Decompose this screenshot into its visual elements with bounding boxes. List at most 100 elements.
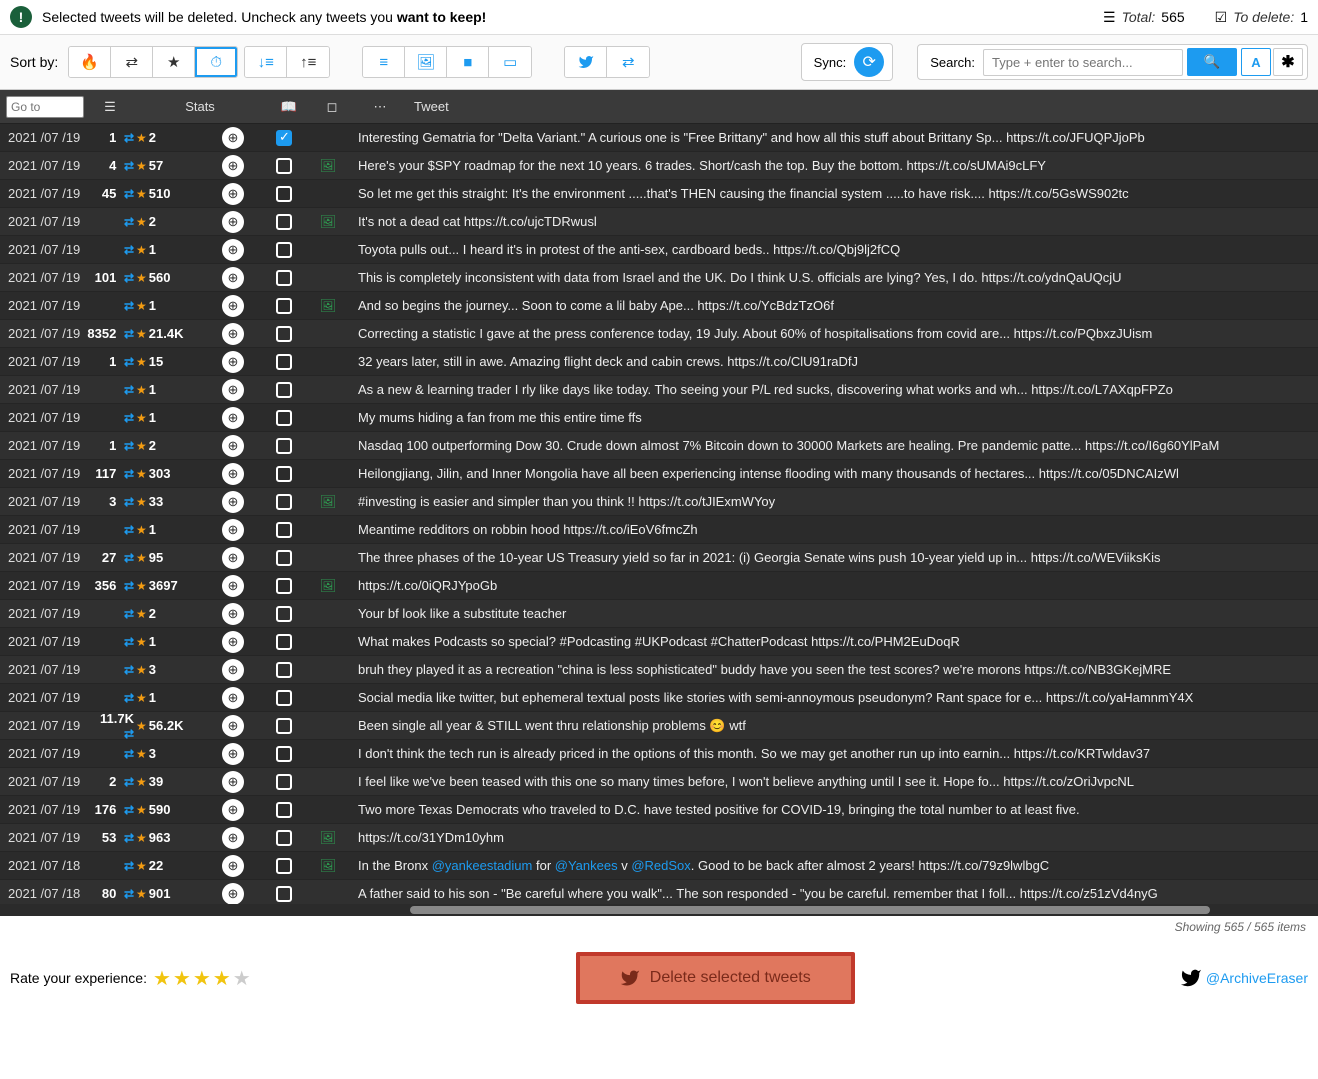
row-checkbox[interactable] — [276, 270, 292, 286]
inspect-button[interactable]: ⊕ — [222, 575, 244, 597]
inspect-button[interactable]: ⊕ — [222, 631, 244, 653]
sort-time-button[interactable]: ⏱ — [195, 47, 237, 77]
table-row[interactable]: 2021 /07 /19 ⇄★2⊕🖼It's not a dead cat ht… — [0, 208, 1318, 236]
goto-input[interactable] — [6, 96, 84, 118]
table-row[interactable]: 2021 /07 /19 ⇄★1⊕Toyota pulls out... I h… — [0, 236, 1318, 264]
row-checkbox[interactable] — [276, 606, 292, 622]
table-row[interactable]: 2021 /07 /19101 ⇄★560⊕This is completely… — [0, 264, 1318, 292]
filter-card-button[interactable]: ▭ — [489, 47, 531, 77]
row-checkbox[interactable] — [276, 662, 292, 678]
table-row[interactable]: 2021 /07 /193 ⇄★33⊕🖼#investing is easier… — [0, 488, 1318, 516]
row-checkbox[interactable] — [276, 130, 292, 146]
inspect-button[interactable]: ⊕ — [222, 827, 244, 849]
table-row[interactable]: 2021 /07 /194 ⇄★57⊕🖼Here's your $SPY roa… — [0, 152, 1318, 180]
inspect-button[interactable]: ⊕ — [222, 127, 244, 149]
row-checkbox[interactable] — [276, 522, 292, 538]
search-button[interactable]: 🔍 — [1187, 48, 1237, 76]
table-row[interactable]: 2021 /07 /19 ⇄★1⊕Meantime redditors on r… — [0, 516, 1318, 544]
star-icon[interactable]: ★ — [233, 966, 251, 991]
horizontal-scrollbar[interactable] — [0, 904, 1318, 916]
inspect-button[interactable]: ⊕ — [222, 323, 244, 345]
inspect-button[interactable]: ⊕ — [222, 239, 244, 261]
filter-image-button[interactable]: 🖼 — [405, 47, 447, 77]
table-row[interactable]: 2021 /07 /19 ⇄★1⊕As a new & learning tra… — [0, 376, 1318, 404]
row-checkbox[interactable] — [276, 886, 292, 902]
table-row[interactable]: 2021 /07 /198352 ⇄★21.4K⊕Correcting a st… — [0, 320, 1318, 348]
inspect-button[interactable]: ⊕ — [222, 799, 244, 821]
inspect-button[interactable]: ⊕ — [222, 407, 244, 429]
inspect-button[interactable]: ⊕ — [222, 435, 244, 457]
rating-stars[interactable]: ★ ★ ★ ★ ★ — [153, 966, 251, 991]
sort-desc-button[interactable]: ↑≡ — [287, 47, 329, 77]
row-checkbox[interactable] — [276, 858, 292, 874]
table-row[interactable]: 2021 /07 /19 ⇄★1⊕My mums hiding a fan fr… — [0, 404, 1318, 432]
row-checkbox[interactable] — [276, 438, 292, 454]
inspect-button[interactable]: ⊕ — [222, 463, 244, 485]
sort-hot-button[interactable]: 🔥 — [69, 47, 111, 77]
inspect-button[interactable]: ⊕ — [222, 379, 244, 401]
table-row[interactable]: 2021 /07 /191 ⇄★2⊕Nasdaq 100 outperformi… — [0, 432, 1318, 460]
row-checkbox[interactable] — [276, 494, 292, 510]
row-checkbox[interactable] — [276, 718, 292, 734]
table-body[interactable]: 2021 /07 /191 ⇄★2⊕Interesting Gematria f… — [0, 124, 1318, 904]
filter-tweets-button[interactable] — [565, 47, 607, 77]
menu-header[interactable]: ⋯ — [356, 99, 404, 115]
table-row[interactable]: 2021 /07 /19356 ⇄★3697⊕🖼https://t.co/0iQ… — [0, 572, 1318, 600]
table-row[interactable]: 2021 /07 /191 ⇄★15⊕32 years later, still… — [0, 348, 1318, 376]
sort-asc-button[interactable]: ↓≡ — [245, 47, 287, 77]
star-icon[interactable]: ★ — [213, 966, 231, 991]
twitter-handle-link[interactable]: @ArchiveEraser — [1180, 967, 1308, 989]
row-checkbox[interactable] — [276, 774, 292, 790]
table-row[interactable]: 2021 /07 /19 ⇄★2⊕Your bf look like a sub… — [0, 600, 1318, 628]
table-row[interactable]: 2021 /07 /1945 ⇄★510⊕So let me get this … — [0, 180, 1318, 208]
sync-button[interactable]: ⟳ — [854, 47, 884, 77]
row-checkbox[interactable] — [276, 214, 292, 230]
sort-favorite-button[interactable]: ★ — [153, 47, 195, 77]
table-row[interactable]: 2021 /07 /19 ⇄★1⊕Social media like twitt… — [0, 684, 1318, 712]
row-checkbox[interactable] — [276, 578, 292, 594]
inspect-button[interactable]: ⊕ — [222, 491, 244, 513]
row-checkbox[interactable] — [276, 186, 292, 202]
row-checkbox[interactable] — [276, 634, 292, 650]
wildcard-button[interactable]: ✱ — [1273, 48, 1303, 76]
delete-selected-button[interactable]: Delete selected tweets — [576, 952, 855, 1004]
inspect-button[interactable]: ⊕ — [222, 687, 244, 709]
inspect-button[interactable]: ⊕ — [222, 267, 244, 289]
inspect-button[interactable]: ⊕ — [222, 715, 244, 737]
row-checkbox[interactable] — [276, 242, 292, 258]
row-checkbox[interactable] — [276, 298, 292, 314]
filter-text-button[interactable]: ≡ — [363, 47, 405, 77]
inspect-button[interactable]: ⊕ — [222, 295, 244, 317]
filter-retweets-button[interactable]: ⇄ — [607, 47, 649, 77]
table-row[interactable]: 2021 /07 /1911.7K ⇄★56.2K⊕Been single al… — [0, 712, 1318, 740]
inspect-button[interactable]: ⊕ — [222, 211, 244, 233]
row-checkbox[interactable] — [276, 326, 292, 342]
view-header[interactable]: 📖 — [270, 99, 308, 115]
row-checkbox[interactable] — [276, 410, 292, 426]
table-row[interactable]: 2021 /07 /19 ⇄★1⊕What makes Podcasts so … — [0, 628, 1318, 656]
table-row[interactable]: 2021 /07 /18 ⇄★22⊕🖼In the Bronx @yankees… — [0, 852, 1318, 880]
star-icon[interactable]: ★ — [193, 966, 211, 991]
inspect-button[interactable]: ⊕ — [222, 183, 244, 205]
inspect-button[interactable]: ⊕ — [222, 659, 244, 681]
inspect-button[interactable]: ⊕ — [222, 547, 244, 569]
inspect-button[interactable]: ⊕ — [222, 519, 244, 541]
table-row[interactable]: 2021 /07 /1927 ⇄★95⊕The three phases of … — [0, 544, 1318, 572]
checkbox-header[interactable]: ◻ — [308, 99, 356, 115]
table-row[interactable]: 2021 /07 /19176 ⇄★590⊕Two more Texas Dem… — [0, 796, 1318, 824]
search-input[interactable] — [983, 49, 1183, 76]
inspect-button[interactable]: ⊕ — [222, 155, 244, 177]
table-row[interactable]: 2021 /07 /19 ⇄★1⊕🖼And so begins the jour… — [0, 292, 1318, 320]
table-row[interactable]: 2021 /07 /19117 ⇄★303⊕Heilongjiang, Jili… — [0, 460, 1318, 488]
list-toggle-header[interactable]: ☰ — [90, 99, 130, 115]
table-row[interactable]: 2021 /07 /191 ⇄★2⊕Interesting Gematria f… — [0, 124, 1318, 152]
table-row[interactable]: 2021 /07 /192 ⇄★39⊕I feel like we've bee… — [0, 768, 1318, 796]
row-checkbox[interactable] — [276, 690, 292, 706]
row-checkbox[interactable] — [276, 158, 292, 174]
inspect-button[interactable]: ⊕ — [222, 603, 244, 625]
row-checkbox[interactable] — [276, 802, 292, 818]
row-checkbox[interactable] — [276, 354, 292, 370]
inspect-button[interactable]: ⊕ — [222, 855, 244, 877]
table-row[interactable]: 2021 /07 /19 ⇄★3⊕bruh they played it as … — [0, 656, 1318, 684]
row-checkbox[interactable] — [276, 550, 292, 566]
